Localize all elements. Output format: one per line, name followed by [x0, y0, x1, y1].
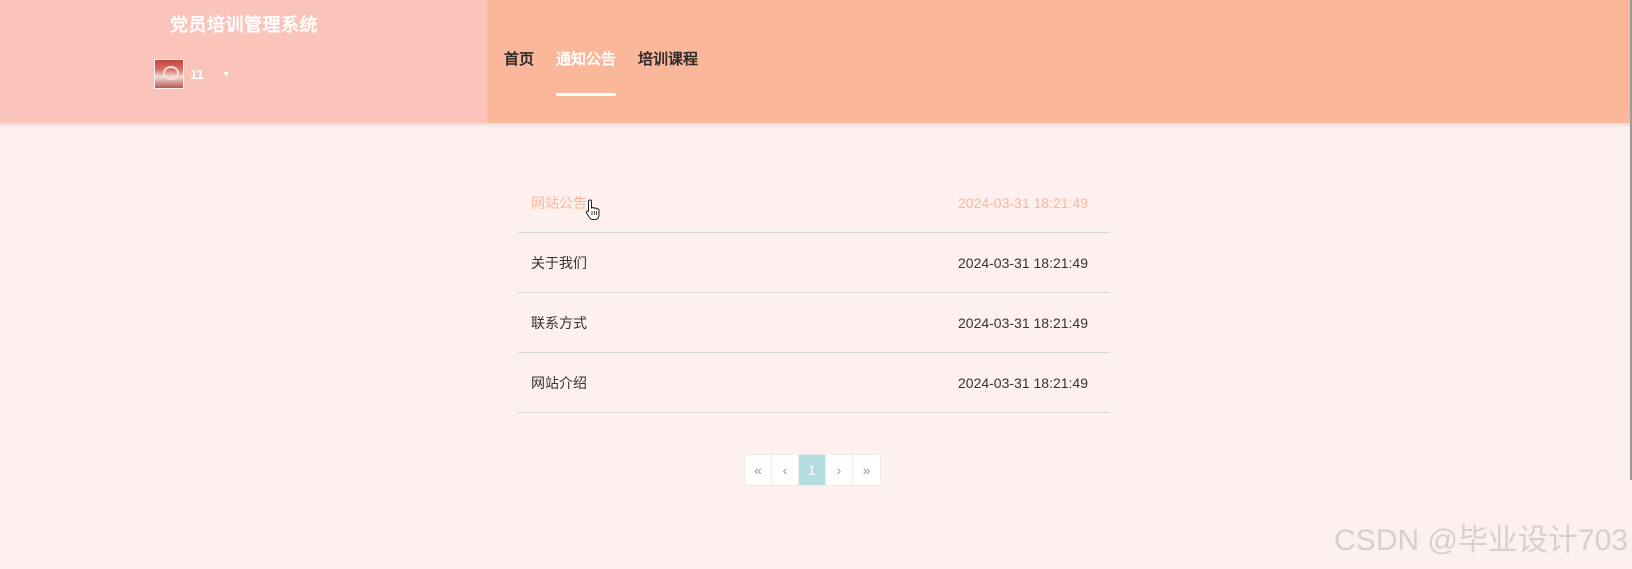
- notice-title[interactable]: 网站介绍: [531, 373, 587, 393]
- nav-item-notices[interactable]: 通知公告: [556, 46, 617, 96]
- notice-row[interactable]: 网站公告 2024-03-31 18:21:49: [518, 173, 1110, 233]
- username[interactable]: 11: [190, 67, 204, 82]
- caret-down-icon[interactable]: ▼: [222, 69, 231, 79]
- prev-page-button[interactable]: ‹: [772, 455, 799, 485]
- notice-title[interactable]: 网站公告: [531, 193, 587, 213]
- next-page-button[interactable]: ›: [826, 455, 853, 485]
- brand-panel: 党员培训管理系统 11 ▼: [0, 0, 487, 123]
- user-menu[interactable]: 11 ▼: [154, 58, 231, 90]
- notice-time: 2024-03-31 18:21:49: [958, 194, 1088, 211]
- notice-row[interactable]: 联系方式 2024-03-31 18:21:49: [518, 293, 1110, 353]
- user-avatar-icon[interactable]: [154, 59, 184, 89]
- notice-title[interactable]: 联系方式: [531, 313, 587, 333]
- watermark: CSDN @毕业设计703: [1334, 524, 1628, 557]
- notice-row[interactable]: 网站介绍 2024-03-31 18:21:49: [518, 353, 1110, 413]
- first-page-button[interactable]: «: [745, 455, 772, 485]
- notice-time: 2024-03-31 18:21:49: [958, 374, 1088, 391]
- last-page-button[interactable]: »: [853, 455, 880, 485]
- hand-pointer-icon: [585, 199, 600, 220]
- main-nav: 首页 通知公告 培训课程: [504, 46, 720, 96]
- nav-item-courses[interactable]: 培训课程: [638, 46, 698, 71]
- top-header: 党员培训管理系统 11 ▼ 首页 通知公告 培训课程: [0, 0, 1632, 123]
- nav-item-home[interactable]: 首页: [504, 46, 534, 71]
- notice-time: 2024-03-31 18:21:49: [958, 254, 1088, 271]
- notice-row[interactable]: 关于我们 2024-03-31 18:21:49: [518, 233, 1110, 293]
- notice-list: 网站公告 2024-03-31 18:21:49 关于我们 2024-03-31…: [518, 173, 1110, 413]
- site-title: 党员培训管理系统: [170, 15, 318, 35]
- pagination: « ‹ 1 › »: [744, 454, 881, 486]
- page-number-button[interactable]: 1: [799, 455, 826, 485]
- notice-title[interactable]: 关于我们: [531, 253, 587, 273]
- notice-time: 2024-03-31 18:21:49: [958, 314, 1088, 331]
